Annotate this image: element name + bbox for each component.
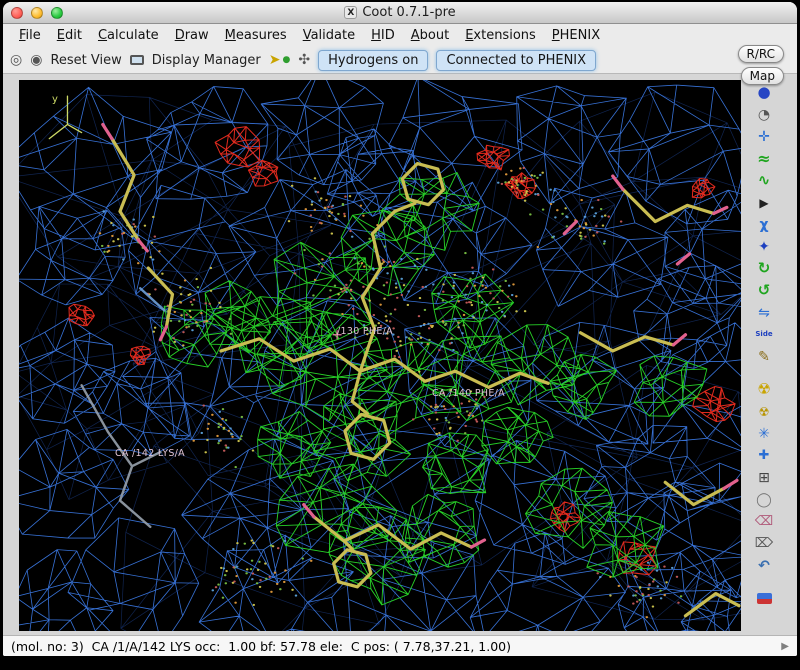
real-space-refine-icon-glyph: ≈ <box>757 151 770 167</box>
clear-atom-icon-glyph: ⌫ <box>755 515 773 528</box>
minimize-button[interactable] <box>31 7 43 19</box>
menu-validate[interactable]: Validate <box>295 26 363 45</box>
mutate-autofit-icon[interactable]: ☢ <box>751 379 777 400</box>
menu-calculate[interactable]: Calculate <box>90 26 167 45</box>
menu-file[interactable]: File <box>11 26 49 45</box>
real-space-refine-icon[interactable]: ≈ <box>751 148 777 169</box>
map-molecule-icon[interactable] <box>751 588 777 609</box>
display-manager-button[interactable]: Display Manager <box>152 53 261 68</box>
rotamers-icon-glyph: ↻ <box>758 261 771 276</box>
simple-mutate-icon-glyph: ☢ <box>759 406 770 418</box>
statusbar-expander-icon[interactable]: ▶ <box>781 641 789 652</box>
status-bar: (mol. no: 3) CA /1/A/142 LYS occ: 1.00 b… <box>3 635 797 656</box>
edit-chi-angles-icon[interactable]: χ <box>751 214 777 235</box>
hydrogens-toggle-button[interactable]: Hydrogens on <box>318 50 428 71</box>
side-chain-180-icon[interactable]: Side <box>751 324 777 345</box>
status-text: (mol. no: 3) CA /1/A/142 LYS occ: 1.00 b… <box>11 639 511 654</box>
menu-extensions[interactable]: Extensions <box>457 26 544 45</box>
reset-view-button[interactable]: Reset View <box>50 53 121 68</box>
x11-app-icon: X <box>344 6 357 19</box>
close-button[interactable] <box>11 7 23 19</box>
menu-phenix[interactable]: PHENIX <box>544 26 608 45</box>
window-title: X Coot 0.7.1-pre <box>344 5 455 20</box>
residue-label-phe-130: /130 PHE/A <box>337 326 393 337</box>
coot-window: X Coot 0.7.1-pre FileEditCalculateDrawMe… <box>3 2 797 656</box>
phenix-connection-button[interactable]: Connected to PHENIX <box>436 50 596 71</box>
title-bar[interactable]: X Coot 0.7.1-pre <box>3 2 797 24</box>
sphere-icon[interactable]: ● <box>751 82 777 103</box>
right-toolbar: ● ◔ ✛ ≈ ∿ ▶ χ ✦ ↻ ↺ ⇋ Side ✎ ☢ ☢ ✳ ✚ ⊞ ◯ ⌫ ⌦ ↶ <box>741 80 797 631</box>
add-atom-icon-glyph: ⊞ <box>758 471 770 485</box>
auto-fit-rotamer-icon-glyph: ✦ <box>758 240 770 254</box>
main-area: y /130 PHE/A CA /140 PHE/A CA /142 LYS/A… <box>3 74 797 635</box>
edit-chi-angles-icon-glyph: χ <box>759 218 768 232</box>
window-controls <box>11 7 63 19</box>
move-zone-icon[interactable]: ✛ <box>751 126 777 147</box>
axis-y-label: y <box>52 94 58 105</box>
regularize-zone-icon[interactable]: ∿ <box>751 170 777 191</box>
map-button[interactable]: Map <box>741 67 784 85</box>
simple-mutate-icon[interactable]: ☢ <box>751 401 777 422</box>
residue-label-lys-142: CA /142 LYS/A <box>115 448 185 459</box>
menu-edit[interactable]: Edit <box>49 26 90 45</box>
go-to-atom-dot-icon: ● <box>283 56 291 65</box>
map-molecule-icon-glyph <box>757 593 772 604</box>
move-zone-icon-glyph: ✛ <box>758 130 770 144</box>
recenter-icon[interactable]: ◉ <box>30 53 42 67</box>
toolbar-spacer <box>745 577 783 587</box>
main-toolbar: ◎ ◉ Reset View Display Manager ➤ ● ✣ Hyd… <box>3 47 797 74</box>
rigid-body-fit-icon[interactable]: ▶ <box>751 192 777 213</box>
add-atom-icon[interactable]: ⊞ <box>751 467 777 488</box>
mutate-autofit-icon-glyph: ☢ <box>757 382 770 397</box>
menu-bar: FileEditCalculateDrawMeasuresValidateHID… <box>3 24 797 47</box>
sequence-view-icon[interactable]: ✣ <box>298 53 310 67</box>
residue-label-phe-140: CA /140 PHE/A <box>432 388 505 399</box>
add-terminal-residue-icon[interactable]: ✳ <box>751 423 777 444</box>
add-alt-conf-icon[interactable]: ✚ <box>751 445 777 466</box>
menu-about[interactable]: About <box>403 26 457 45</box>
undo-icon-glyph: ↶ <box>758 559 770 573</box>
rotamers-icon[interactable]: ↻ <box>751 258 777 279</box>
clear-atom-icon[interactable]: ⌫ <box>751 511 777 532</box>
auto-fit-rotamer-icon[interactable]: ✦ <box>751 236 777 257</box>
delete-item-icon-glyph: ⌦ <box>755 537 773 550</box>
edit-backbone-icon[interactable]: ↺ <box>751 280 777 301</box>
edit-backbone-icon-glyph: ↺ <box>758 283 771 298</box>
side-chain-180-icon-glyph: Side <box>755 331 772 338</box>
go-to-atom-icon[interactable]: ➤ <box>269 53 281 67</box>
reset-view-icon[interactable]: ◎ <box>10 53 22 67</box>
display-manager-icon[interactable] <box>130 55 144 65</box>
toolbar-spacer <box>745 368 783 378</box>
mutate-icon[interactable]: ✎ <box>751 346 777 367</box>
add-water-icon[interactable]: ◯ <box>751 489 777 510</box>
undo-icon[interactable]: ↶ <box>751 555 777 576</box>
density-canvas[interactable]: y /130 PHE/A CA /140 PHE/A CA /142 LYS/A <box>19 80 741 631</box>
add-water-icon-glyph: ◯ <box>756 493 772 507</box>
delete-item-icon[interactable]: ⌦ <box>751 533 777 554</box>
flip-peptide-icon-glyph: ⇋ <box>758 306 770 320</box>
rrc-button[interactable]: R/RC <box>738 45 785 63</box>
zoom-button[interactable] <box>51 7 63 19</box>
add-terminal-residue-icon-glyph: ✳ <box>758 427 770 441</box>
clock-icon[interactable]: ◔ <box>751 104 777 125</box>
add-alt-conf-icon-glyph: ✚ <box>759 449 770 462</box>
rigid-body-fit-icon-glyph: ▶ <box>759 197 768 209</box>
menu-hid[interactable]: HID <box>363 26 403 45</box>
menu-measures[interactable]: Measures <box>217 26 295 45</box>
mutate-icon-glyph: ✎ <box>758 350 770 364</box>
window-title-text: Coot 0.7.1-pre <box>362 5 455 20</box>
flip-peptide-icon[interactable]: ⇋ <box>751 302 777 323</box>
clock-icon-glyph: ◔ <box>758 108 770 122</box>
regularize-zone-icon-glyph: ∿ <box>758 173 771 188</box>
sphere-icon-glyph: ● <box>757 85 770 100</box>
density-mesh-scene <box>19 80 741 631</box>
menu-draw[interactable]: Draw <box>167 26 217 45</box>
